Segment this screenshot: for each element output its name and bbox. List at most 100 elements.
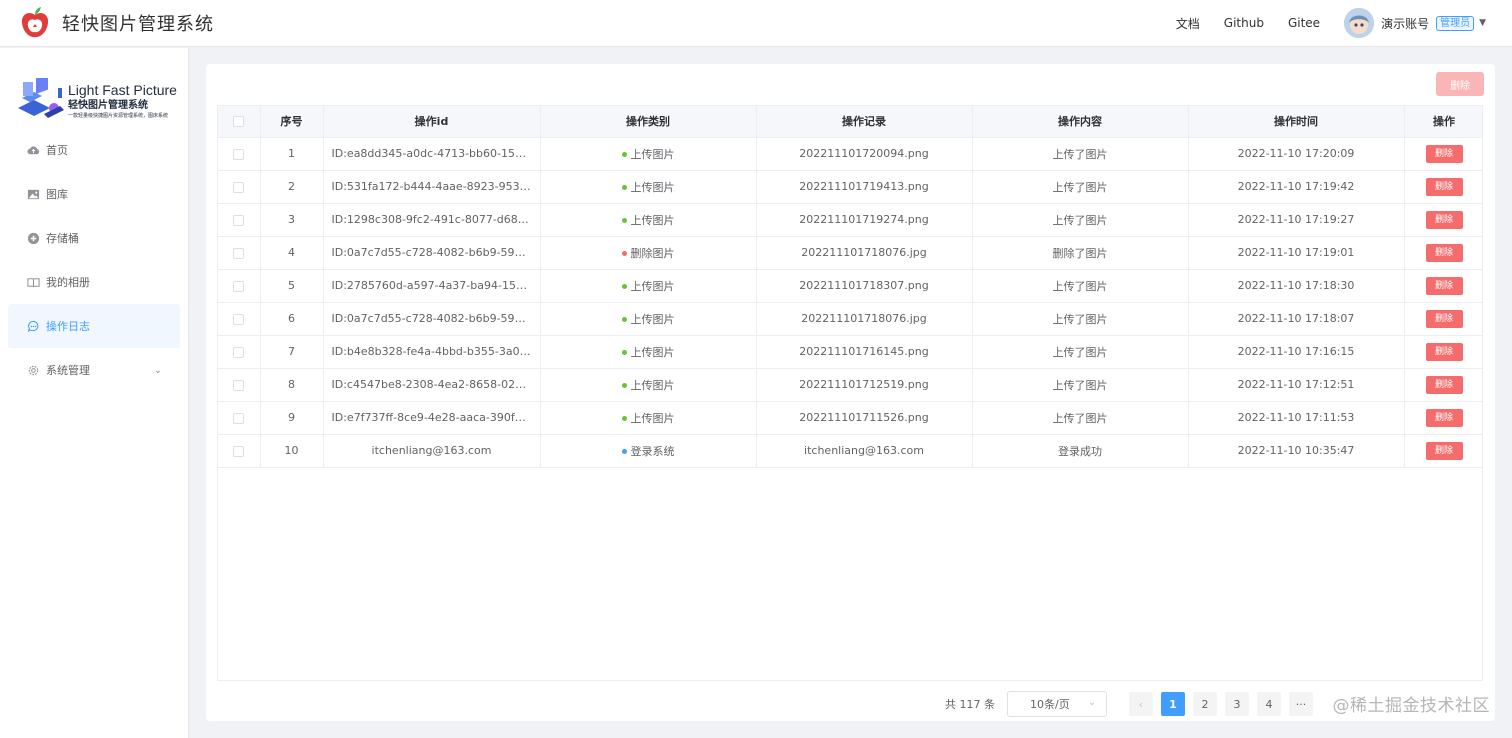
sidebar-item-label: 我的相册 [46,276,90,289]
row-delete-button[interactable]: 删除 [1425,375,1463,394]
batch-delete-button[interactable]: 删除 [1436,72,1484,96]
pagination-total: 共 117 条 [945,698,995,711]
gitee-link[interactable]: Gitee [1288,16,1320,30]
cell-action: 删除 [1404,236,1482,270]
row-checkbox[interactable] [233,214,245,226]
page-button-1[interactable]: 1 [1161,692,1185,716]
select-all-checkbox[interactable] [233,116,245,128]
cell-no: 1 [260,137,324,171]
row-checkbox[interactable] [233,280,245,292]
row-select-cell[interactable] [218,401,261,435]
row-delete-button[interactable]: 删除 [1425,408,1463,427]
github-link[interactable]: Github [1224,16,1264,30]
type-label: 上传图片 [630,213,675,227]
row-delete-button[interactable]: 删除 [1425,144,1463,163]
type-status-dot [621,152,627,157]
sidebar-item-album[interactable]: 我的相册 [0,260,188,304]
page-size-select[interactable]: 10条/页 ⌄ [1007,691,1107,717]
cell-record: 202211101712519.png [756,368,973,402]
type-label: 上传图片 [630,345,675,359]
cell-action: 删除 [1404,401,1482,435]
row-delete-button[interactable]: 删除 [1425,276,1463,295]
cell-time: 2022-11-10 17:20:09 [1188,137,1405,171]
row-delete-button[interactable]: 删除 [1425,441,1463,460]
cell-content: 删除了图片 [972,236,1189,270]
cell-content: 上传了图片 [972,269,1189,303]
row-checkbox[interactable] [233,247,245,259]
cell-content: 登录成功 [972,434,1189,468]
row-select-cell[interactable] [218,368,261,402]
brand[interactable]: 轻快图片管理系统 [0,7,214,39]
row-select-cell[interactable] [218,137,261,171]
row-delete-button[interactable]: 删除 [1425,309,1463,328]
row-delete-button[interactable]: 删除 [1425,177,1463,196]
role-badge: 管理员 [1436,15,1475,31]
row-checkbox[interactable] [233,148,245,160]
type-status-dot [621,449,627,454]
sidebar-item-gallery[interactable]: 图库 [0,172,188,216]
table-row: 4 ID:0a7c7d55-c728-4082-b6b9-5980... 删除图片 2… [218,236,1482,270]
user-menu[interactable]: 演示账号 管理员 ▼ [1344,8,1486,38]
row-select-cell[interactable] [218,203,261,237]
sidebar-item-operation-log[interactable]: 操作日志 [8,304,180,348]
row-checkbox[interactable] [233,313,245,325]
sidebar-item-home[interactable]: 首页 [0,128,188,172]
cell-operation-type: 上传图片 [540,269,757,303]
select-all-header[interactable] [218,106,261,138]
row-select-cell[interactable] [218,434,261,468]
type-label: 上传图片 [630,180,675,194]
row-select-cell[interactable] [218,269,261,303]
log-table: 序号 操作id 操作类别 操作记录 操作内容 操作时间 操作 1 ID:ea8dd… [217,105,1483,681]
chat-icon [26,319,40,333]
column-header: 操作内容 [972,106,1189,138]
row-checkbox[interactable] [233,346,245,358]
cell-operation-id: ID:c4547be8-2308-4ea2-8658-0231... [323,368,541,402]
row-checkbox[interactable] [233,445,245,457]
cell-operation-type: 登录系统 [540,434,757,468]
row-select-cell[interactable] [218,302,261,336]
row-checkbox[interactable] [233,379,245,391]
caret-down-icon: ▼ [1479,18,1486,28]
row-select-cell[interactable] [218,335,261,369]
more-pages-button[interactable]: ··· [1289,692,1313,716]
type-label: 上传图片 [630,378,675,392]
table-row: 1 ID:ea8dd345-a0dc-4713-bb60-155... 上传图片 20… [218,137,1482,171]
row-select-cell[interactable] [218,236,261,270]
sidebar-item-label: 操作日志 [46,320,90,333]
row-checkbox[interactable] [233,181,245,193]
cell-operation-type: 上传图片 [540,401,757,435]
logo-english-name: Light Fast Picture [68,81,177,98]
cell-time: 2022-11-10 10:35:47 [1188,434,1405,468]
cell-time: 2022-11-10 17:19:27 [1188,203,1405,237]
sidebar-item-bucket[interactable]: 存储桶 [0,216,188,260]
row-delete-button[interactable]: 删除 [1425,210,1463,229]
page-button-4[interactable]: 4 [1257,692,1281,716]
cell-operation-type: 删除图片 [540,236,757,270]
row-delete-button[interactable]: 删除 [1425,342,1463,361]
table-row: 6 ID:0a7c7d55-c728-4082-b6b9-5980... 上传图片 2… [218,302,1482,336]
cell-time: 2022-11-10 17:19:42 [1188,170,1405,204]
cell-content: 上传了图片 [972,137,1189,171]
row-delete-button[interactable]: 删除 [1425,243,1463,262]
cell-record: 202211101718076.jpg [756,236,973,270]
cell-record: 202211101718076.jpg [756,302,973,336]
cell-action: 删除 [1404,170,1482,204]
sidebar: Light Fast Picture 轻快图片管理系统 一款轻量级快捷图片资源管… [0,48,189,738]
row-checkbox[interactable] [233,412,245,424]
sidebar-item-system[interactable]: 系统管理 ⌄ [0,348,188,392]
cell-record: 202211101718307.png [756,269,973,303]
row-select-cell[interactable] [218,170,261,204]
avatar [1344,8,1375,38]
logo-chinese-name: 轻快图片管理系统 [68,99,148,111]
docs-link[interactable]: 文档 [1176,15,1200,32]
prev-page-button[interactable]: ‹ [1129,692,1153,716]
cell-record: itchenliang@163.com [756,434,973,468]
sidebar-logo[interactable]: Light Fast Picture 轻快图片管理系统 一款轻量级快捷图片资源管… [0,48,188,128]
cell-operation-type: 上传图片 [540,335,757,369]
type-status-dot [621,284,627,289]
cell-no: 5 [260,269,324,303]
gear-icon [26,363,40,377]
cell-operation-type: 上传图片 [540,368,757,402]
page-button-2[interactable]: 2 [1193,692,1217,716]
page-button-3[interactable]: 3 [1225,692,1249,716]
